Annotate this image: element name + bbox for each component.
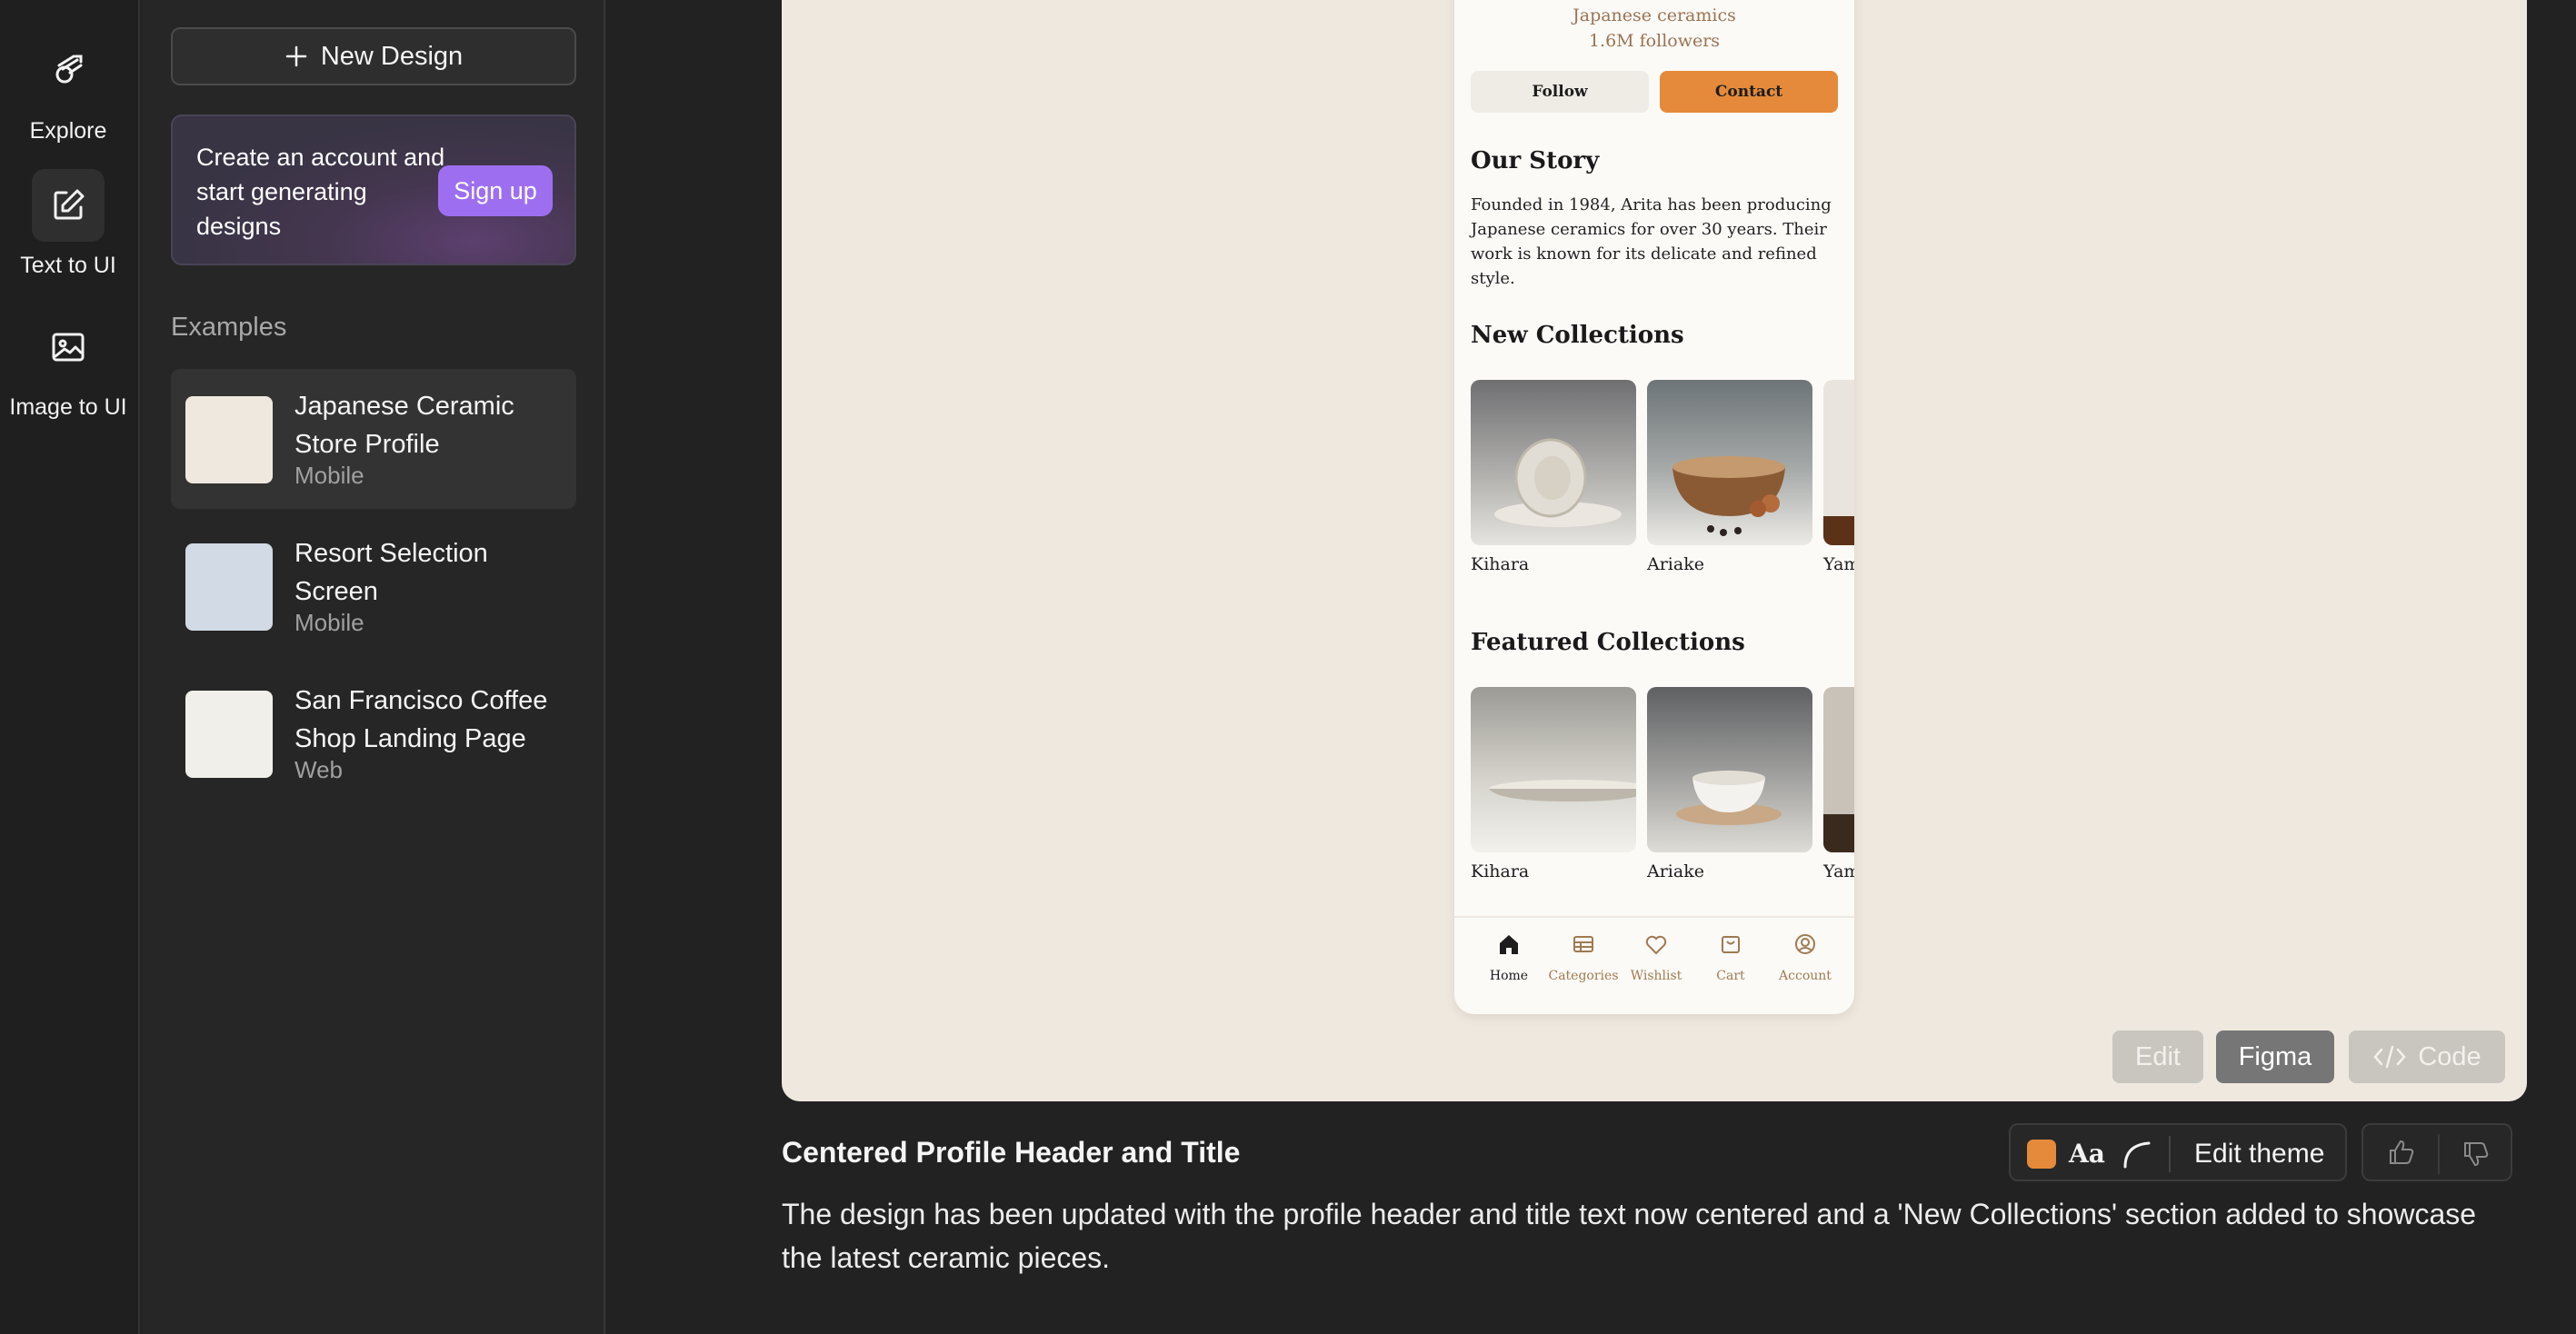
signup-button[interactable]: Sign up bbox=[438, 165, 553, 216]
signup-promo: Create an account and start generating d… bbox=[171, 114, 576, 265]
edit-button[interactable]: Edit bbox=[2112, 1030, 2203, 1083]
design-update-title: Centered Profile Header and Title bbox=[782, 1136, 1241, 1169]
nav-label-home: Home bbox=[1489, 969, 1529, 983]
theme-color-swatch[interactable] bbox=[2027, 1140, 2056, 1169]
featured-name: Kihara bbox=[1471, 861, 1530, 881]
featured-image-partial[interactable] bbox=[1823, 687, 1854, 852]
theme-divider bbox=[2169, 1136, 2171, 1172]
example-item[interactable]: Resort Selection Screen Mobile bbox=[171, 516, 576, 656]
example-title: Resort Selection Screen bbox=[295, 539, 488, 606]
thumbs-up-icon[interactable] bbox=[2387, 1138, 2416, 1167]
mobile-preview: Japanese ceramics 1.6M followers Follow … bbox=[1454, 0, 1854, 1014]
rail-item-explore[interactable]: Explore bbox=[0, 35, 136, 144]
example-thumbnail bbox=[185, 396, 273, 483]
profile-followers: 1.6M followers bbox=[1588, 31, 1721, 51]
collection-name: Yam bbox=[1823, 554, 1854, 574]
example-type: Mobile bbox=[295, 609, 364, 636]
example-type: Mobile bbox=[295, 462, 364, 489]
theme-toolbar: Aa Edit theme bbox=[2009, 1123, 2347, 1181]
nav-item-categories[interactable]: Categories bbox=[1545, 931, 1622, 983]
explore-icon bbox=[32, 35, 105, 107]
featured-name: Yam bbox=[1823, 861, 1854, 881]
edit-theme-button[interactable]: Edit theme bbox=[2194, 1139, 2324, 1170]
cart-icon bbox=[1722, 936, 1740, 953]
new-design-label: New Design bbox=[320, 41, 464, 71]
our-story-heading: Our Story bbox=[1471, 147, 1600, 174]
nav-item-account[interactable]: Account bbox=[1767, 931, 1843, 983]
design-update-description: The design has been updated with the pro… bbox=[782, 1198, 2477, 1274]
edit-icon bbox=[32, 169, 105, 242]
figma-button[interactable]: Figma bbox=[2216, 1030, 2334, 1083]
thumbs-down-icon[interactable] bbox=[2461, 1140, 2491, 1169]
nav-label-cart: Cart bbox=[1716, 969, 1745, 983]
collection-name: Kihara bbox=[1471, 554, 1530, 574]
our-story-text: Founded in 1984, Arita has been producin… bbox=[1471, 195, 1832, 288]
code-icon bbox=[2373, 1045, 2406, 1069]
collection-image-bowl[interactable] bbox=[1647, 380, 1812, 545]
rail-label-image-to-ui: Image to UI bbox=[9, 394, 127, 420]
collection-image-plate[interactable] bbox=[1471, 380, 1636, 545]
rail-item-text-to-ui[interactable]: Text to UI bbox=[0, 169, 136, 279]
image-icon bbox=[32, 311, 105, 383]
featured-image-bowl[interactable] bbox=[1647, 687, 1812, 852]
categories-icon bbox=[1573, 936, 1593, 952]
example-title: San Francisco Coffee Shop Landing Page bbox=[295, 686, 548, 753]
new-design-button[interactable]: New Design bbox=[171, 27, 576, 85]
icon-rail: Explore Text to UI Image to UI bbox=[0, 0, 140, 1334]
font-selector[interactable]: Aa bbox=[2069, 1139, 2105, 1169]
code-button[interactable]: Code bbox=[2349, 1030, 2505, 1083]
examples-heading: Examples bbox=[171, 313, 287, 342]
feedback-buttons bbox=[2361, 1123, 2512, 1181]
code-label: Code bbox=[2418, 1041, 2481, 1071]
nav-label-categories: Categories bbox=[1548, 969, 1619, 983]
nav-label-account: Account bbox=[1779, 969, 1832, 983]
rail-label-text-to-ui: Text to UI bbox=[20, 253, 116, 278]
account-icon bbox=[1795, 934, 1815, 954]
example-thumbnail bbox=[185, 691, 273, 778]
plus-icon bbox=[285, 45, 307, 67]
rail-label-explore: Explore bbox=[29, 118, 107, 144]
feedback-divider bbox=[2438, 1134, 2440, 1174]
rail-item-image-to-ui[interactable]: Image to UI bbox=[0, 311, 136, 421]
example-item[interactable]: San Francisco Coffee Shop Landing Page W… bbox=[171, 663, 576, 803]
preview-canvas: Japanese ceramics 1.6M followers Follow … bbox=[782, 0, 2527, 1101]
promo-text: Create an account and start generating d… bbox=[196, 144, 445, 240]
follow-button[interactable]: Follow bbox=[1471, 71, 1649, 113]
corner-radius-icon[interactable] bbox=[2122, 1140, 2152, 1169]
featured-image-dish[interactable] bbox=[1471, 687, 1636, 852]
featured-collections-heading: Featured Collections bbox=[1471, 629, 1745, 656]
example-type: Web bbox=[295, 756, 343, 783]
profile-subtitle: Japanese ceramics bbox=[1573, 5, 1736, 25]
collection-image-partial[interactable] bbox=[1823, 380, 1854, 545]
collection-name: Ariake bbox=[1647, 554, 1704, 574]
example-title: Japanese Ceramic Store Profile bbox=[295, 392, 514, 459]
side-panel: New Design Create an account and start g… bbox=[142, 0, 605, 1334]
nav-item-cart[interactable]: Cart bbox=[1692, 931, 1769, 983]
home-icon bbox=[1500, 935, 1518, 954]
nav-item-home[interactable]: Home bbox=[1471, 931, 1547, 983]
featured-name: Ariake bbox=[1647, 861, 1704, 881]
heart-icon bbox=[1645, 935, 1667, 955]
nav-item-wishlist[interactable]: Wishlist bbox=[1618, 931, 1694, 983]
new-collections-heading: New Collections bbox=[1471, 322, 1684, 349]
bottom-navigation: Home Categories Wishlist Cart Account bbox=[1454, 916, 1854, 1014]
contact-button[interactable]: Contact bbox=[1660, 71, 1838, 113]
example-thumbnail bbox=[185, 543, 273, 631]
example-item[interactable]: Japanese Ceramic Store Profile Mobile bbox=[171, 369, 576, 509]
nav-label-wishlist: Wishlist bbox=[1630, 969, 1682, 983]
